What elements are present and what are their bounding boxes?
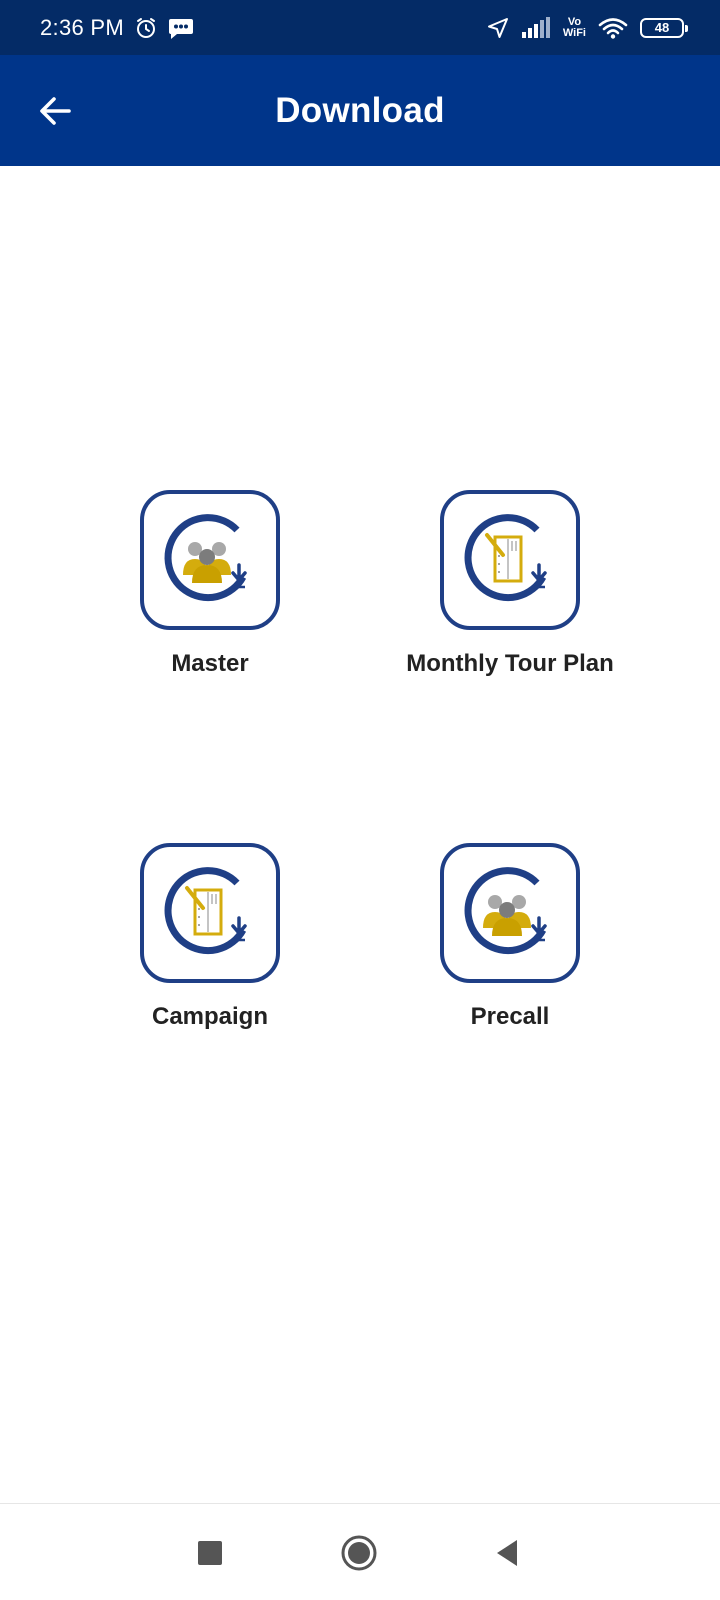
status-left: 2:36 PM — [40, 15, 194, 41]
tile-label: Monthly Tour Plan — [406, 650, 614, 677]
home-icon — [341, 1535, 377, 1571]
battery-icon: 48 — [640, 17, 688, 38]
tile-monthly-tour-plan[interactable]: Monthly Tour Plan — [360, 490, 660, 700]
vo-label: Vo — [567, 15, 582, 28]
people-sync-icon — [464, 867, 547, 955]
location-icon — [487, 17, 509, 39]
tile-label: Precall — [470, 1003, 550, 1030]
back-icon — [497, 1540, 517, 1566]
tile-master[interactable]: Master — [60, 490, 360, 700]
message-icon — [168, 16, 194, 40]
tile-icon-box — [440, 490, 580, 630]
tile-icon-box — [440, 843, 580, 983]
tile-label: Campaign — [151, 1003, 268, 1030]
system-nav-bar — [0, 1503, 720, 1600]
tile-precall[interactable]: Precall — [360, 843, 660, 1053]
download-screen: 2:36 PM Vo WiFi 48 Download Master Month… — [0, 0, 720, 1600]
wifi-label: WiFi — [562, 26, 586, 39]
page-title: Download — [275, 90, 445, 130]
status-right: Vo WiFi 48 — [487, 15, 688, 39]
tile-campaign[interactable]: Campaign — [60, 843, 360, 1053]
tile-icon-box — [140, 490, 280, 630]
vowifi-indicator: Vo WiFi — [562, 15, 586, 39]
recents-icon — [198, 1541, 222, 1565]
tile-icon-box — [140, 843, 280, 983]
status-bar: 2:36 PM Vo WiFi 48 — [0, 0, 720, 55]
recents-button[interactable] — [183, 1526, 237, 1580]
alarm-icon — [134, 16, 158, 40]
status-time: 2:36 PM — [40, 14, 125, 40]
document-sync-icon — [164, 867, 247, 955]
system-back-button[interactable] — [480, 1526, 534, 1580]
document-sync-icon — [464, 514, 547, 602]
home-button[interactable] — [332, 1526, 386, 1580]
signal-icon — [521, 16, 551, 39]
app-bar: Download — [0, 55, 720, 166]
battery-level: 48 — [654, 20, 670, 35]
people-sync-icon — [164, 514, 247, 602]
wifi-icon — [598, 17, 628, 39]
tile-label: Master — [171, 650, 249, 677]
